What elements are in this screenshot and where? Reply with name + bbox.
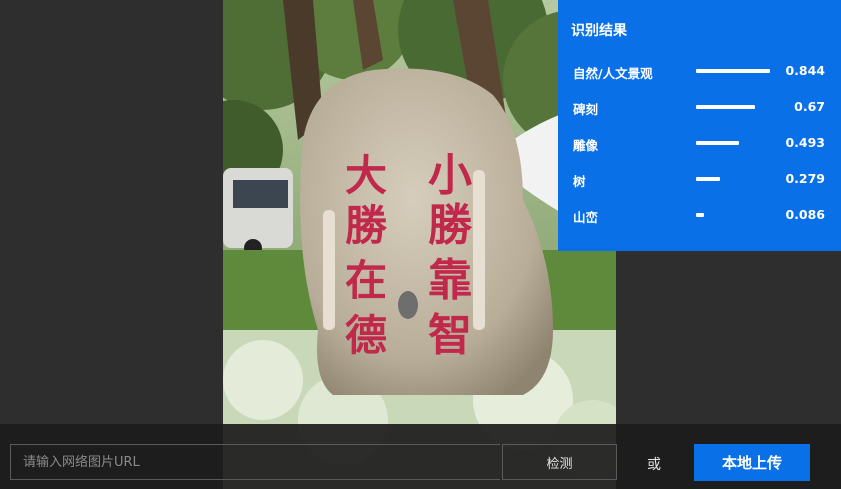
result-label: 树 — [573, 174, 586, 189]
carving-char: 勝 — [345, 201, 388, 250]
result-score: 0.493 — [785, 135, 825, 150]
result-label: 自然/人文景观 — [573, 66, 653, 81]
confidence-track — [696, 177, 772, 181]
image-input-bar: 检测 或 本地上传 — [0, 424, 841, 489]
result-score: 0.086 — [785, 207, 825, 222]
result-label: 山峦 — [573, 210, 599, 225]
confidence-track — [696, 105, 772, 109]
result-label: 碑刻 — [573, 102, 599, 117]
result-row: 碑刻 0.67 — [558, 97, 841, 117]
result-score: 0.844 — [785, 63, 825, 78]
carving-char: 大 — [345, 151, 387, 200]
or-separator: 或 — [647, 457, 661, 473]
result-row: 雕像 0.493 — [558, 133, 841, 153]
carving-char: 小 — [428, 150, 472, 201]
confidence-track — [696, 213, 772, 217]
confidence-bar — [696, 69, 770, 73]
confidence-track — [696, 69, 772, 73]
result-row: 山峦 0.086 — [558, 205, 841, 225]
results-title: 识别结果 — [571, 23, 627, 39]
local-upload-button[interactable]: 本地上传 — [694, 444, 810, 481]
detect-button[interactable]: 检测 — [502, 444, 617, 480]
confidence-track — [696, 141, 772, 145]
recognition-results-panel: 识别结果 自然/人文景观 0.844 碑刻 0.67 雕像 0.493 树 0.… — [558, 0, 841, 251]
carving-char: 德 — [345, 311, 387, 360]
confidence-bar — [696, 105, 755, 109]
image-url-input[interactable] — [10, 444, 500, 480]
result-row: 自然/人文景观 0.844 — [558, 61, 841, 81]
carving-char: 勝 — [428, 200, 473, 251]
result-score: 0.279 — [785, 171, 825, 186]
confidence-bar — [696, 141, 740, 145]
result-label: 雕像 — [573, 138, 599, 153]
result-score: 0.67 — [794, 99, 825, 114]
confidence-bar — [696, 177, 721, 181]
carving-char: 智 — [428, 310, 472, 361]
result-row: 树 0.279 — [558, 169, 841, 189]
confidence-bar — [696, 213, 704, 217]
carving-char: 在 — [345, 256, 387, 305]
carving-char: 靠 — [428, 255, 472, 306]
